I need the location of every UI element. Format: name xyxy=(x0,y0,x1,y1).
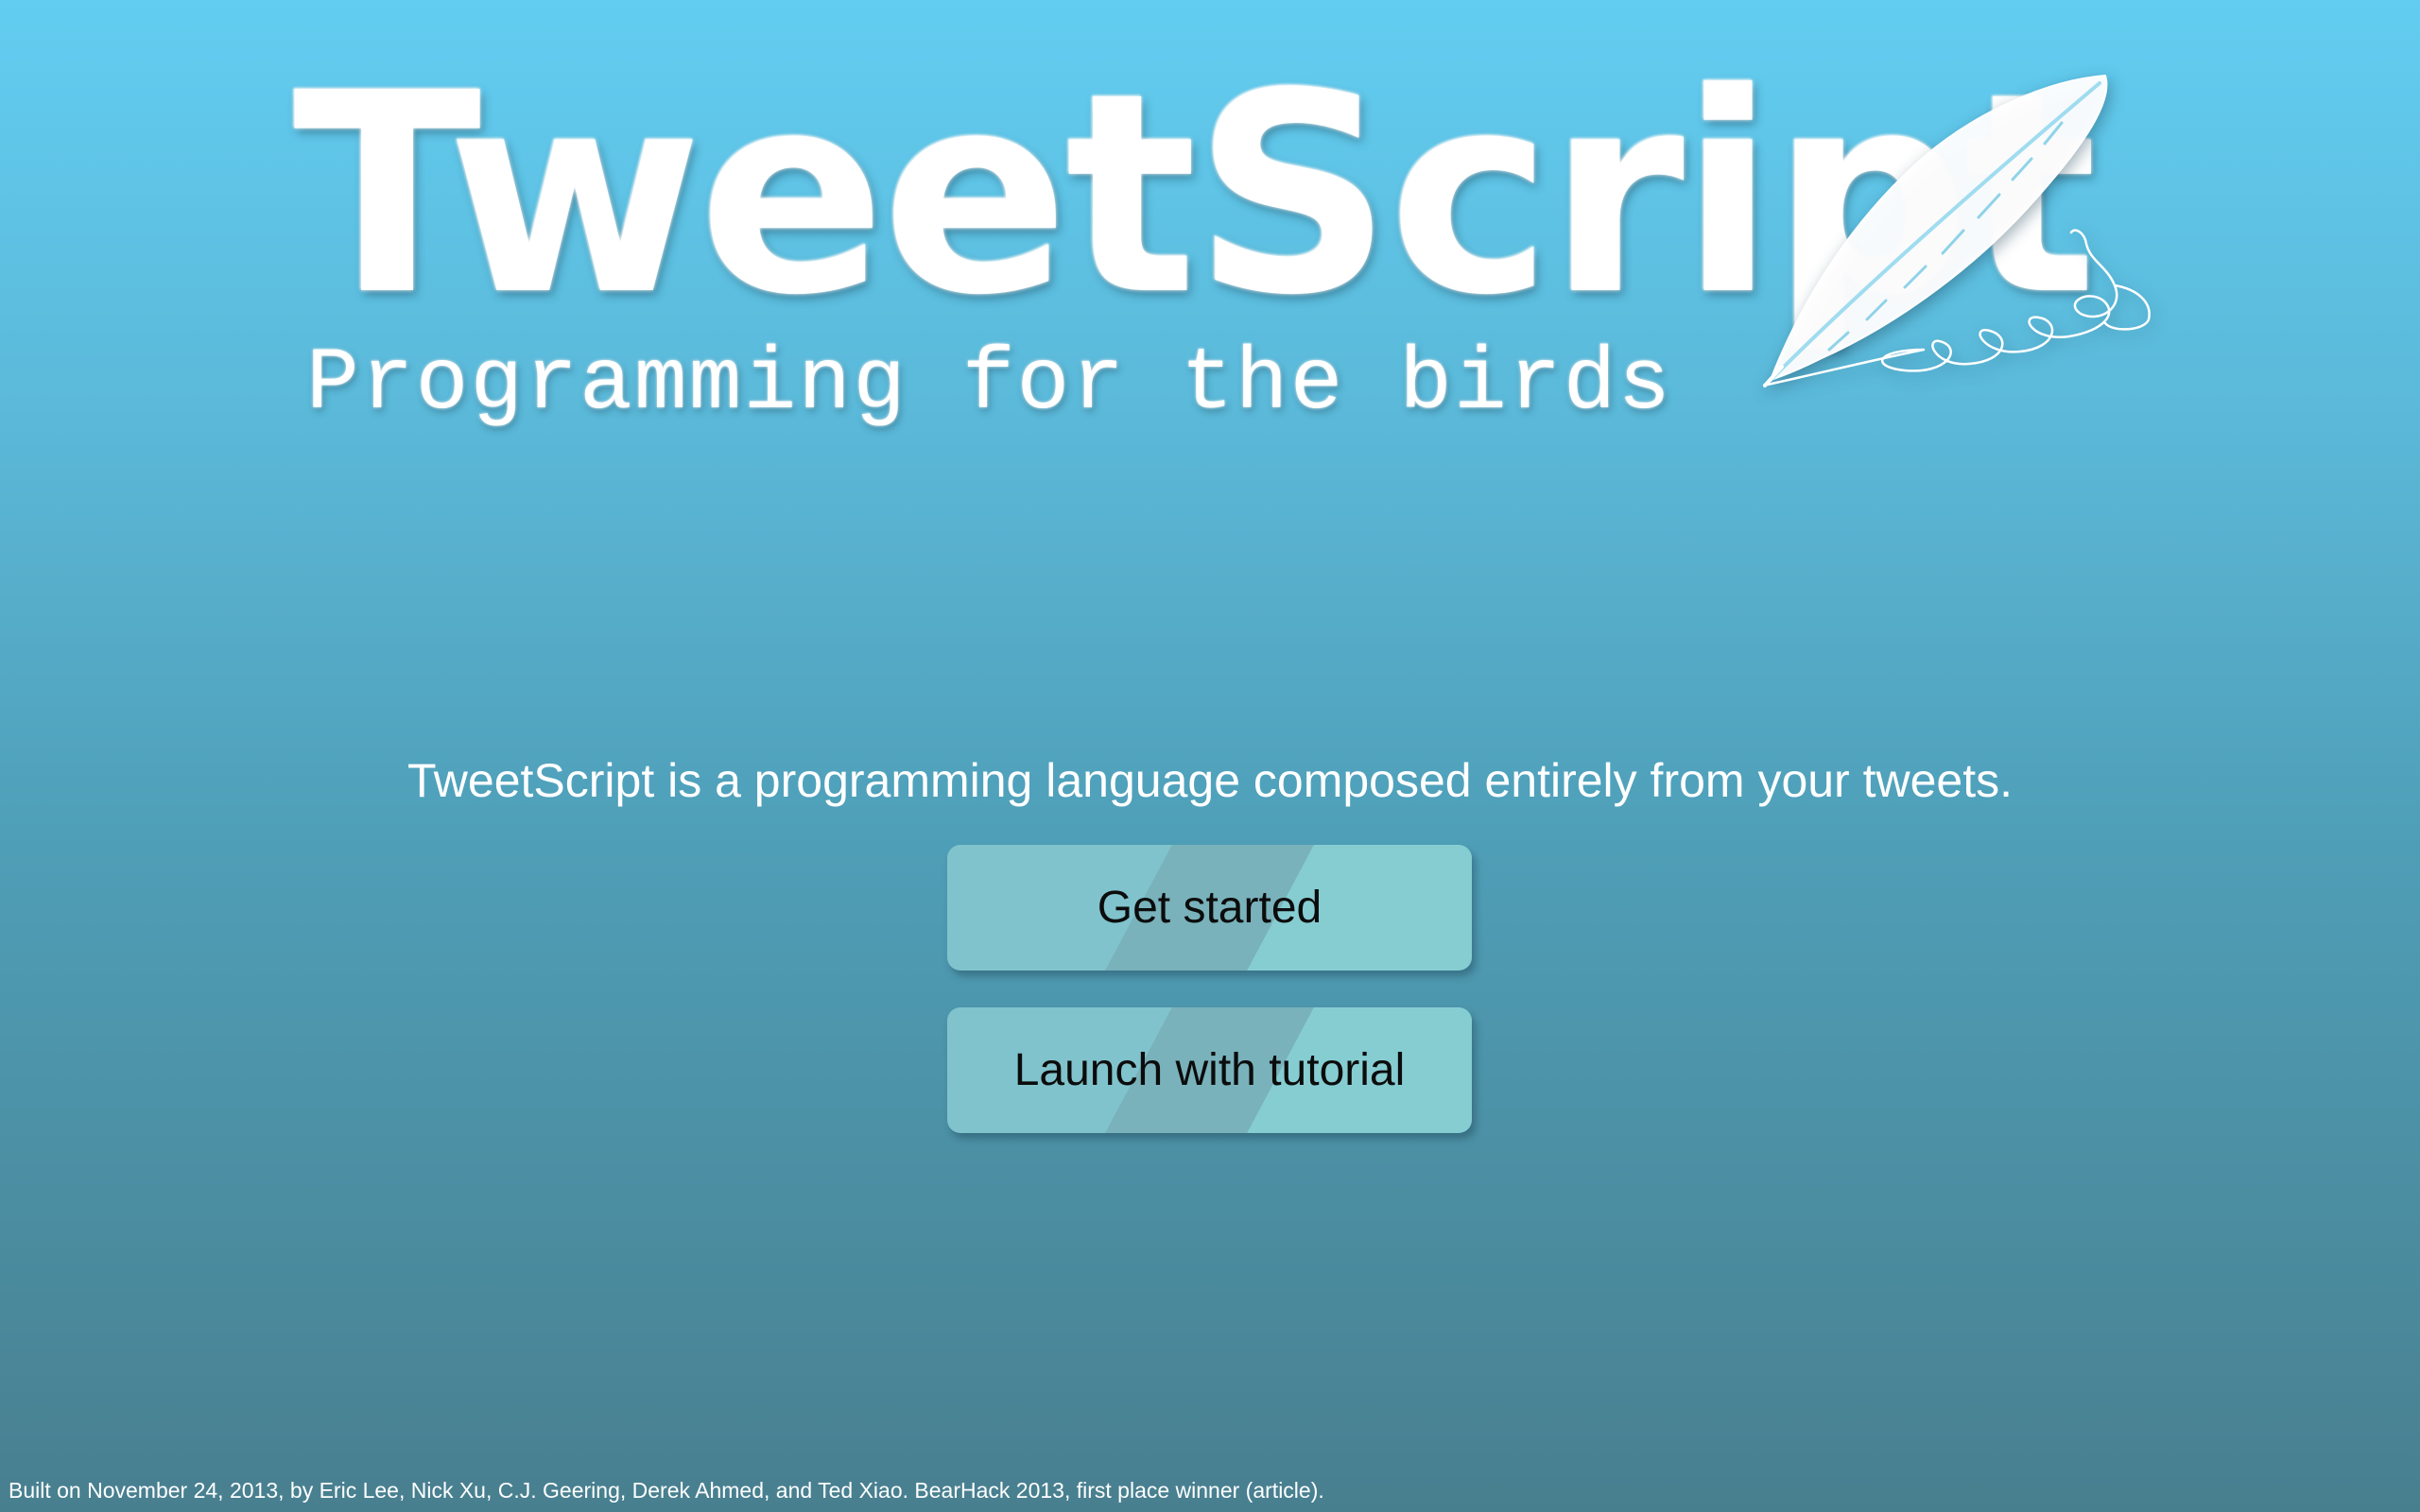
launch-tutorial-label: Launch with tutorial xyxy=(1013,1045,1406,1095)
logo-tagline: Programming for the birds xyxy=(306,335,1673,434)
get-started-button[interactable]: Get started xyxy=(947,845,1472,971)
tagline-description: TweetScript is a programming language co… xyxy=(407,754,2013,807)
launch-tutorial-button[interactable]: Launch with tutorial xyxy=(947,1007,1472,1133)
footer-credits: Built on November 24, 2013, by Eric Lee,… xyxy=(9,1476,1324,1504)
logo: TweetScript Programming for the birds xyxy=(293,57,2165,463)
quill-pen-icon xyxy=(1763,75,2151,387)
article-link[interactable]: article xyxy=(1253,1478,1310,1503)
footer-text-end: ). xyxy=(1310,1478,1324,1503)
footer-text: Built on November 24, 2013, by Eric Lee,… xyxy=(9,1478,1253,1503)
get-started-label: Get started xyxy=(1097,883,1322,933)
